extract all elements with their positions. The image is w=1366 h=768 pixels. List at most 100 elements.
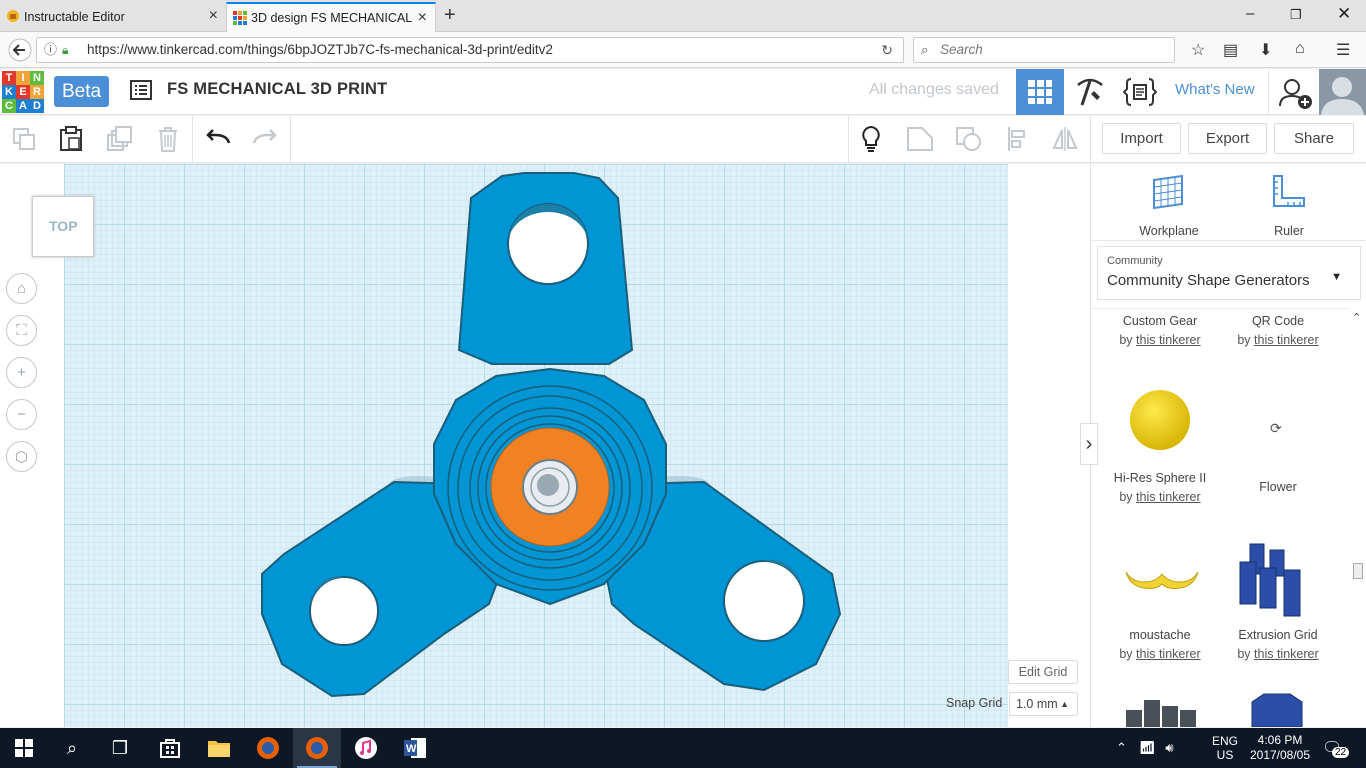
- author-link[interactable]: this tinkerer: [1136, 647, 1201, 661]
- chevron-up-icon[interactable]: ⌃: [1116, 740, 1127, 756]
- tab-close-icon[interactable]: ×: [209, 7, 218, 25]
- action-center-button[interactable]: 🗨︎ 22: [1322, 728, 1350, 768]
- taskbar-store[interactable]: [146, 728, 194, 768]
- partial-shape-icon[interactable]: [1244, 692, 1310, 727]
- search-icon: ⌕: [921, 42, 929, 57]
- ruler-label[interactable]: Ruler: [1244, 224, 1334, 238]
- taskbar-firefox-active[interactable]: [293, 728, 341, 768]
- design-list-icon[interactable]: [130, 79, 152, 101]
- sphere-shape-icon[interactable]: [1128, 388, 1192, 452]
- shape-tile[interactable]: QR Code by this tinkerer: [1218, 314, 1338, 347]
- share-button[interactable]: Share: [1274, 123, 1354, 154]
- zoom-out-button[interactable]: −: [6, 399, 37, 430]
- task-view-icon: ❐: [111, 737, 129, 758]
- copy-icon[interactable]: [10, 125, 38, 153]
- ortho-view-button[interactable]: ⬡: [6, 441, 37, 472]
- shape-name: Flower: [1259, 480, 1297, 494]
- workplane-icon[interactable]: [1150, 174, 1186, 210]
- fidget-spinner-model[interactable]: [64, 164, 1008, 727]
- sidebar-collapse-button[interactable]: ›: [1080, 423, 1098, 465]
- downloads-icon[interactable]: ⬇: [1259, 40, 1272, 60]
- info-icon[interactable]: ⓘ: [44, 38, 57, 62]
- home-view-button[interactable]: ⌂: [6, 273, 37, 304]
- firefox-icon: [257, 737, 279, 759]
- shape-tile[interactable]: moustache by this tinkerer: [1100, 628, 1220, 661]
- snap-grid-select[interactable]: 1.0 mm ▲: [1009, 692, 1078, 716]
- group-icon[interactable]: [906, 125, 934, 153]
- tinkercad-logo[interactable]: T I N K E R C A D: [2, 71, 46, 113]
- sidebar-scrollbar[interactable]: ⌃: [1350, 311, 1364, 727]
- maximize-icon[interactable]: ❐: [1290, 7, 1302, 23]
- author-link[interactable]: this tinkerer: [1136, 333, 1201, 347]
- workplane-label[interactable]: Workplane: [1124, 224, 1214, 238]
- volume-icon[interactable]: 🔊︎: [1165, 740, 1173, 756]
- edit-grid-button[interactable]: Edit Grid: [1008, 660, 1078, 684]
- fit-view-button[interactable]: ⛶: [6, 315, 37, 346]
- taskbar-file-explorer[interactable]: [195, 728, 243, 768]
- back-icon[interactable]: [8, 38, 32, 62]
- zoom-in-button[interactable]: +: [6, 357, 37, 388]
- add-user-icon[interactable]: [1278, 76, 1314, 110]
- browser-tab-instructable[interactable]: Instructable Editor ×: [0, 2, 226, 32]
- browser-tab-tinkercad[interactable]: 3D design FS MECHANICAL ×: [226, 2, 436, 32]
- author-link[interactable]: this tinkerer: [1254, 647, 1319, 661]
- bookmark-star-icon[interactable]: ☆: [1191, 40, 1205, 60]
- design-title[interactable]: FS MECHANICAL 3D PRINT: [167, 80, 387, 99]
- pickaxe-icon: [1077, 78, 1103, 106]
- whats-new-link[interactable]: What's New: [1175, 81, 1255, 98]
- lightbulb-icon[interactable]: [857, 125, 885, 153]
- shape-tile[interactable]: Extrusion Grid by this tinkerer: [1218, 628, 1338, 661]
- shape-tile[interactable]: Custom Gear by this tinkerer: [1100, 314, 1220, 347]
- ruler-icon[interactable]: [1271, 174, 1307, 210]
- system-tray: ⌃ 📶︎ 🔊︎: [1116, 728, 1186, 768]
- minimize-icon[interactable]: –: [1246, 5, 1254, 22]
- avatar[interactable]: [1319, 69, 1366, 115]
- taskbar-firefox[interactable]: [244, 728, 292, 768]
- divider: [1090, 116, 1091, 163]
- codeblocks-button[interactable]: [1116, 69, 1164, 115]
- mirror-icon[interactable]: [1051, 125, 1079, 153]
- author-link[interactable]: this tinkerer: [1254, 333, 1319, 347]
- url-bar[interactable]: ⓘ 🔒︎ https://www.tinkercad.com/things/6b…: [36, 37, 904, 63]
- clock[interactable]: 4:06 PM 2017/08/05: [1250, 728, 1310, 768]
- view-cube[interactable]: TOP: [32, 196, 94, 257]
- library-icon[interactable]: ▤: [1223, 40, 1238, 60]
- scroll-up-icon[interactable]: ⌃: [1352, 311, 1361, 324]
- network-icon[interactable]: 📶︎: [1139, 740, 1156, 756]
- shape-tile[interactable]: Flower: [1218, 480, 1338, 494]
- language-indicator[interactable]: ENG US: [1212, 728, 1238, 768]
- new-tab-icon[interactable]: +: [444, 4, 456, 27]
- taskbar-search-button[interactable]: ⌕: [48, 728, 96, 768]
- redo-icon[interactable]: [251, 125, 279, 153]
- firefox-icon: [306, 737, 328, 759]
- shape-tile[interactable]: Hi-Res Sphere II by this tinkerer: [1100, 471, 1220, 504]
- taskbar-word[interactable]: W: [391, 728, 439, 768]
- paste-icon[interactable]: [57, 125, 85, 153]
- start-button[interactable]: [0, 728, 48, 768]
- delete-icon[interactable]: [154, 125, 182, 153]
- export-button[interactable]: Export: [1188, 123, 1267, 154]
- task-view-button[interactable]: ❐: [96, 728, 144, 768]
- scroll-thumb[interactable]: [1353, 563, 1363, 579]
- menu-icon[interactable]: ☰: [1336, 40, 1350, 60]
- moustache-shape-icon[interactable]: [1122, 556, 1202, 596]
- author-link[interactable]: this tinkerer: [1136, 490, 1201, 504]
- search-input[interactable]: ⌕ Search: [913, 37, 1175, 63]
- window-close-icon[interactable]: ✕: [1337, 4, 1351, 24]
- undo-icon[interactable]: [204, 125, 232, 153]
- windows-taskbar: ⌕ ❐ W ⌃ 📶︎ 🔊︎ ENG US 4:06 PM 2017/08/05 …: [0, 728, 1366, 768]
- extrusion-grid-shape-icon[interactable]: [1236, 540, 1316, 620]
- tab-close-icon[interactable]: ×: [418, 9, 427, 27]
- home-icon[interactable]: ⌂: [1295, 40, 1305, 58]
- 3d-view-button[interactable]: [1016, 69, 1064, 115]
- import-button[interactable]: Import: [1102, 123, 1181, 154]
- align-icon[interactable]: [1004, 125, 1032, 153]
- shape-category-dropdown[interactable]: Community Community Shape Generators ▼: [1097, 246, 1361, 300]
- workplane-canvas[interactable]: [64, 164, 1008, 727]
- duplicate-icon[interactable]: [106, 125, 134, 153]
- ungroup-icon[interactable]: [955, 125, 983, 153]
- partial-shape-icon[interactable]: [1122, 696, 1202, 727]
- blocks-view-button[interactable]: [1066, 69, 1114, 115]
- taskbar-itunes[interactable]: [342, 728, 390, 768]
- reload-icon[interactable]: ↻: [881, 38, 893, 62]
